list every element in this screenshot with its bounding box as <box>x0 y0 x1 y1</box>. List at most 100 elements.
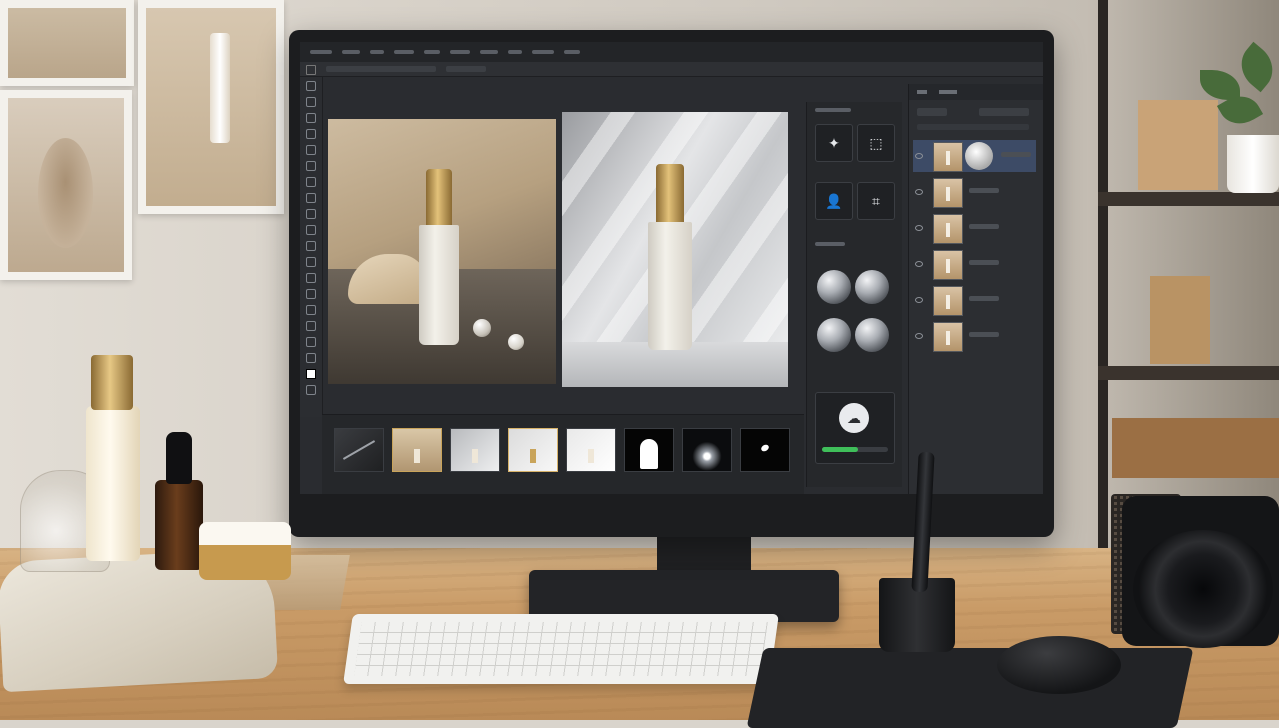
monitor-screen: ✦ ⬚ 👤 ⌗ ☁ <box>300 42 1043 494</box>
blur-tool-icon[interactable] <box>306 273 316 283</box>
upload-progress-fill <box>822 447 859 452</box>
keyboard[interactable] <box>343 614 779 684</box>
menu-item[interactable] <box>424 50 440 54</box>
visibility-eye-icon[interactable] <box>915 153 923 159</box>
option-field[interactable] <box>446 66 486 72</box>
mouse[interactable] <box>997 636 1121 694</box>
crop-icon[interactable]: ⌗ <box>857 182 895 220</box>
wall-frame <box>138 0 284 214</box>
lock-row <box>917 124 1029 130</box>
bottle-cap <box>656 164 684 222</box>
visibility-eye-icon[interactable] <box>915 189 923 195</box>
app-menubar <box>300 42 1043 62</box>
glass-sphere <box>473 319 491 337</box>
type-tool-icon[interactable] <box>306 321 316 331</box>
gradient-tool-icon[interactable] <box>306 257 316 267</box>
dodge-tool-icon[interactable] <box>306 289 316 299</box>
storage-box <box>1150 276 1210 364</box>
layer-row[interactable] <box>913 284 1036 316</box>
person-select-icon[interactable]: 👤 <box>815 182 853 220</box>
pen-tool-icon[interactable] <box>306 305 316 315</box>
filmstrip-thumb-light[interactable] <box>682 428 732 472</box>
menu-item[interactable] <box>394 50 414 54</box>
layers-panel <box>908 84 1043 494</box>
cloud-upload-icon[interactable]: ☁ <box>839 403 869 433</box>
layer-row[interactable] <box>913 212 1036 244</box>
crop-tool-icon[interactable] <box>306 145 316 155</box>
layer-mask-thumb[interactable] <box>965 142 993 170</box>
move-tool-icon[interactable] <box>306 81 316 91</box>
home-icon[interactable] <box>306 65 316 75</box>
option-field[interactable] <box>326 66 436 72</box>
blend-mode-select[interactable] <box>917 108 947 116</box>
filmstrip-thumb-mask[interactable] <box>624 428 674 472</box>
brush-tool-icon[interactable] <box>306 193 316 203</box>
filmstrip-thumb[interactable] <box>566 428 616 472</box>
eraser-tool-icon[interactable] <box>306 241 316 251</box>
menu-item[interactable] <box>342 50 360 54</box>
layer-row[interactable] <box>913 248 1036 280</box>
layer-row[interactable] <box>913 176 1036 208</box>
bottle-body <box>648 222 692 350</box>
material-sphere[interactable] <box>817 318 851 352</box>
pearl-sphere <box>508 334 524 350</box>
document-canvas-original[interactable] <box>328 119 556 384</box>
wall-frame <box>0 90 132 280</box>
stamp-tool-icon[interactable] <box>306 209 316 219</box>
menu-item[interactable] <box>450 50 470 54</box>
visibility-eye-icon[interactable] <box>915 297 923 303</box>
filmstrip-thumb-mask[interactable] <box>740 428 790 472</box>
filmstrip-thumb[interactable] <box>508 428 558 472</box>
fabric-drape <box>348 254 428 304</box>
tab-layers[interactable] <box>917 90 927 94</box>
magic-wand-icon[interactable]: ✦ <box>815 124 853 162</box>
marquee-icon[interactable]: ⬚ <box>857 124 895 162</box>
zoom-tool-icon[interactable] <box>306 385 316 395</box>
ai-tools-panel: ✦ ⬚ 👤 ⌗ ☁ <box>806 102 902 487</box>
serum-pump-bottle <box>86 406 140 561</box>
layer-row[interactable] <box>913 140 1036 172</box>
camera-lens <box>1133 530 1273 648</box>
opacity-field[interactable] <box>979 108 1029 116</box>
dropper-cap <box>166 432 192 484</box>
path-select-tool-icon[interactable] <box>306 337 316 347</box>
drawing-tablet[interactable] <box>746 648 1194 728</box>
layer-row[interactable] <box>913 320 1036 352</box>
visibility-eye-icon[interactable] <box>915 225 923 231</box>
tools-bar <box>300 77 323 417</box>
layers-panel-tabs <box>909 84 1043 100</box>
shelf-post <box>1098 0 1108 560</box>
upload-card[interactable]: ☁ <box>815 392 895 464</box>
shelf-board <box>1098 192 1279 206</box>
menu-item[interactable] <box>310 50 332 54</box>
panel-title <box>815 108 851 112</box>
bottle-cap <box>426 169 452 225</box>
tab-channels[interactable] <box>939 90 957 94</box>
material-sphere[interactable] <box>855 318 889 352</box>
quick-select-tool-icon[interactable] <box>306 129 316 139</box>
material-sphere[interactable] <box>817 270 851 304</box>
visibility-eye-icon[interactable] <box>915 333 923 339</box>
menu-item[interactable] <box>564 50 580 54</box>
filmstrip-thumb[interactable] <box>450 428 500 472</box>
filmstrip-thumb[interactable] <box>392 428 442 472</box>
document-canvas-edited[interactable] <box>562 112 788 387</box>
options-bar <box>300 62 1043 77</box>
eyedropper-tool-icon[interactable] <box>306 161 316 171</box>
filmstrip <box>322 414 804 494</box>
material-sphere[interactable] <box>855 270 889 304</box>
menu-item[interactable] <box>532 50 554 54</box>
foreground-color-swatch[interactable] <box>306 369 316 379</box>
history-brush-tool-icon[interactable] <box>306 225 316 235</box>
shape-tool-icon[interactable] <box>306 353 316 363</box>
lasso-tool-icon[interactable] <box>306 113 316 123</box>
panel-subtitle <box>815 242 845 246</box>
menu-item[interactable] <box>370 50 384 54</box>
menu-item[interactable] <box>480 50 498 54</box>
shelf-board <box>1098 366 1279 380</box>
menu-item[interactable] <box>508 50 522 54</box>
healing-tool-icon[interactable] <box>306 177 316 187</box>
filmstrip-thumb[interactable] <box>334 428 384 472</box>
marquee-tool-icon[interactable] <box>306 97 316 107</box>
visibility-eye-icon[interactable] <box>915 261 923 267</box>
